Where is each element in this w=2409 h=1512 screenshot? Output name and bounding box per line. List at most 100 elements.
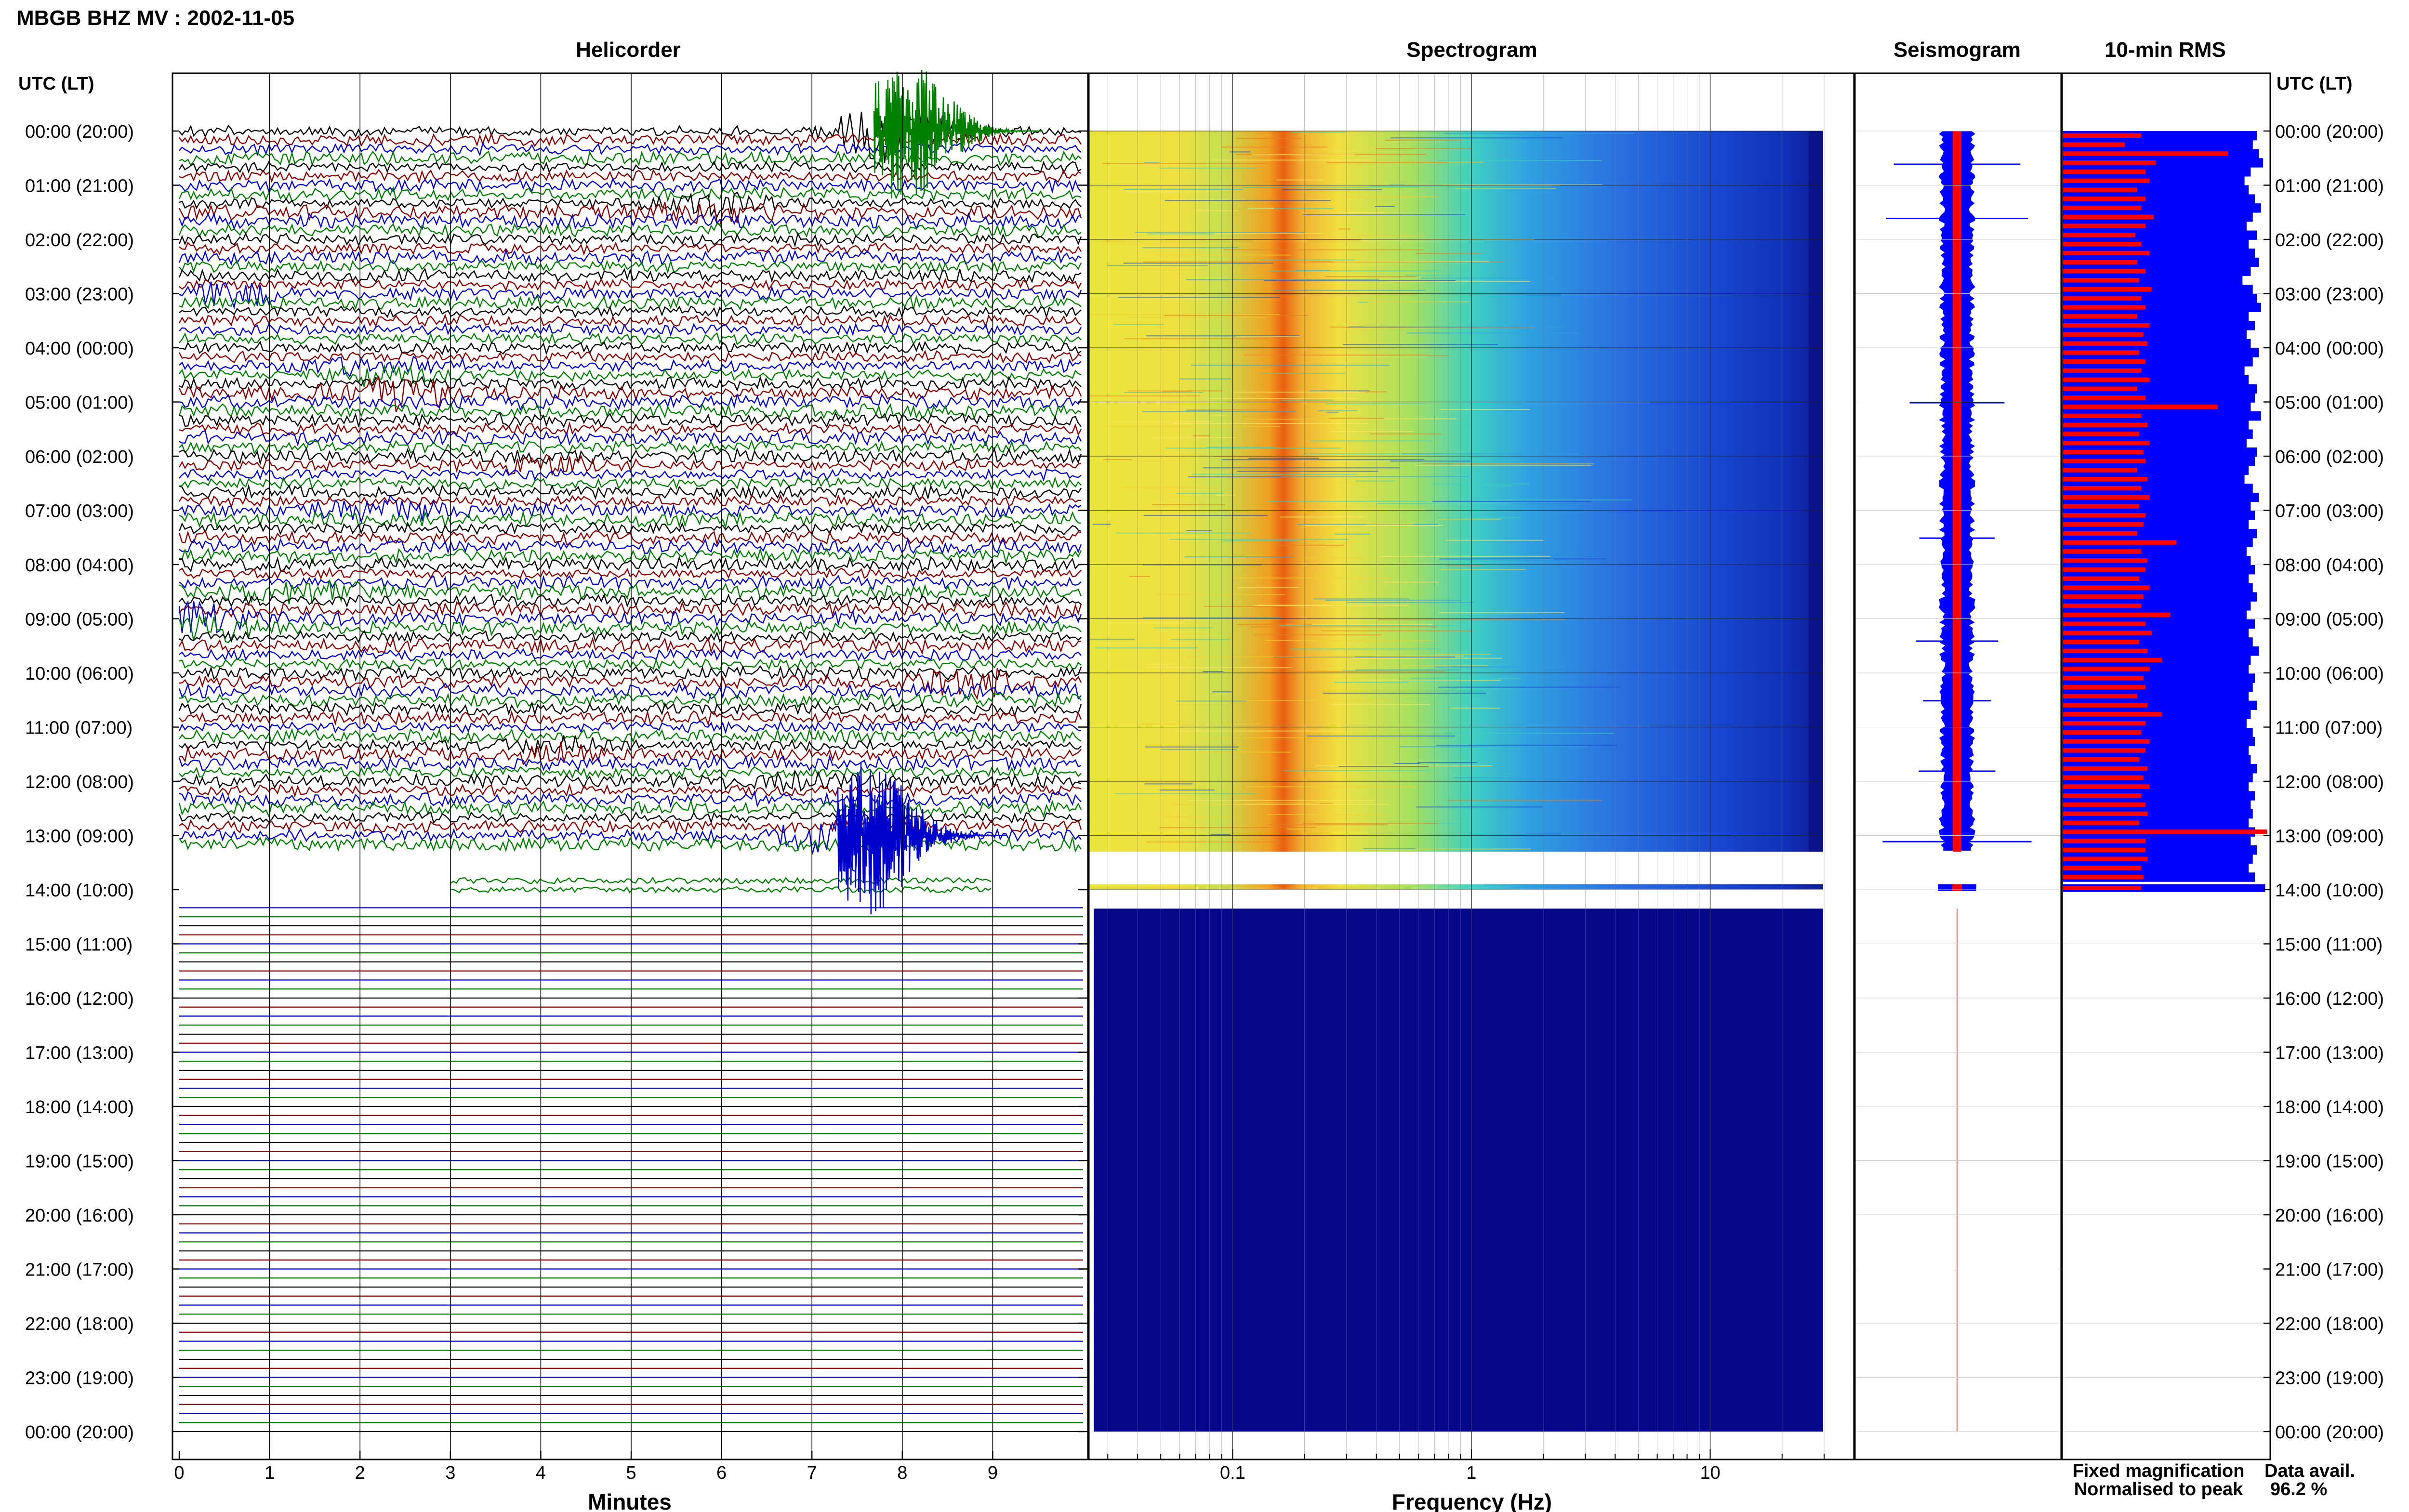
- spectrogram-texture: [1247, 208, 1274, 209]
- rms-normalised-bar: [2063, 648, 2148, 654]
- page-title: MBGB BHZ MV : 2002-11-05: [16, 6, 294, 30]
- rms-normalised-bar: [2063, 449, 2144, 455]
- spectrogram-texture: [1142, 411, 1296, 412]
- legend-normalised-to-peak: Normalised to peak: [2074, 1479, 2243, 1499]
- rms-normalised-bar: [2063, 594, 2144, 599]
- spectrogram-texture: [1345, 212, 1384, 213]
- spectrogram-texture: [1438, 686, 1621, 688]
- spectrogram-texture: [1291, 131, 1346, 133]
- time-tick-label-right: 06:00 (02:00): [2275, 447, 2384, 467]
- rms-normalised-bar: [2063, 169, 2146, 174]
- time-tick-label-left: 07:00 (03:00): [25, 501, 134, 522]
- spectrogram-texture: [1221, 146, 1327, 148]
- rms-normalised-bar: [2063, 567, 2146, 572]
- spectrogram-texture: [1222, 459, 1425, 460]
- spectrogram-texture: [1164, 315, 1309, 316]
- spectrogram-texture: [1148, 233, 1215, 235]
- rms-normalised-bar: [2063, 359, 2146, 364]
- time-tick-label-right: 10:00 (06:00): [2275, 664, 2384, 684]
- spectrogram-texture: [1124, 392, 1204, 393]
- spectrogram-texture: [1103, 459, 1132, 460]
- rms-normalised-bar: [2063, 657, 2162, 662]
- seismic-dashboard: MBGB BHZ MV : 2002-11-05 Helicorder Spec…: [16, 6, 2384, 1512]
- spectrogram-texture: [1338, 228, 1350, 230]
- minute-tick-label: 9: [988, 1463, 998, 1483]
- rms-normalised-bar: [2063, 495, 2150, 500]
- spectrogram-texture: [1440, 408, 1530, 410]
- spectrogram-texture: [1420, 277, 1555, 279]
- time-tick-label-right: 19:00 (15:00): [2275, 1152, 2384, 1172]
- frequency-tick-label: 1: [1466, 1463, 1476, 1483]
- spectrogram-texture: [1438, 612, 1565, 613]
- spectrogram-texture: [1128, 316, 1265, 318]
- rms-normalised-bar: [2063, 205, 2142, 210]
- spectrogram-texture: [1329, 418, 1384, 419]
- rms-normalised-bar: [2063, 422, 2148, 427]
- spectrogram-texture: [1363, 848, 1416, 849]
- spectrogram-texture: [1191, 365, 1390, 366]
- time-tick-label-left: 09:00 (05:00): [25, 610, 134, 630]
- spectrogram-texture: [1103, 243, 1247, 244]
- spectrogram-texture: [1404, 275, 1462, 276]
- rms-normalised-bar: [2063, 477, 2148, 482]
- rms-title: 10-min RMS: [2105, 38, 2226, 62]
- spectrogram-texture: [1192, 473, 1357, 475]
- spectrogram-texture: [1325, 276, 1417, 277]
- spectrogram-texture: [1310, 440, 1432, 442]
- spectrogram-texture: [1271, 476, 1469, 477]
- utc-label-right: UTC (LT): [2277, 74, 2353, 94]
- spectrogram-texture: [1188, 476, 1282, 477]
- spectrogram-texture: [1357, 235, 1423, 237]
- spectrogram-texture: [1265, 640, 1433, 641]
- seismogram-title: Seismogram: [1893, 38, 2021, 62]
- rms-normalised-bar: [2063, 404, 2218, 409]
- spectrogram-texture: [1375, 301, 1470, 302]
- rms-normalised-bar: [2063, 160, 2156, 165]
- rms-normalised-bar: [2063, 341, 2148, 346]
- spectrogram-texture: [1260, 259, 1356, 261]
- minute-tick-label: 0: [174, 1463, 184, 1483]
- data-availability-value: 96.2 %: [2270, 1479, 2327, 1499]
- time-tick-label-right: 20:00 (16:00): [2275, 1206, 2384, 1226]
- spectrogram-texture: [1267, 814, 1384, 815]
- time-tick-label-left: 16:00 (12:00): [25, 989, 134, 1009]
- rms-normalised-bar: [2063, 224, 2146, 228]
- spectrogram-texture: [1343, 344, 1498, 345]
- spectrogram-texture: [1103, 163, 1269, 164]
- spectrogram-texture: [1105, 426, 1281, 427]
- spectrogram-texture: [1142, 617, 1281, 618]
- spectrogram-texture: [1302, 214, 1466, 215]
- spectrogram-texture: [1436, 745, 1617, 746]
- spectrogram-texture: [1454, 188, 1556, 189]
- rms-normalised-bar: [2063, 440, 2150, 446]
- spectrogram-texture: [1210, 833, 1231, 835]
- time-tick-label-right: 12:00 (08:00): [2275, 772, 2384, 792]
- frequency-tick-label: 0.1: [1220, 1463, 1245, 1483]
- spectrogram-texture: [1204, 605, 1285, 607]
- time-tick-label-right: 00:00 (20:00): [2275, 122, 2384, 142]
- spectrogram-texture: [1355, 480, 1395, 482]
- rms-normalised-bar: [2063, 531, 2138, 536]
- spectrogram-texture: [1349, 326, 1362, 328]
- frequency-axis-label: Frequency (Hz): [1392, 1489, 1552, 1512]
- spectrogram-texture: [1237, 624, 1312, 625]
- time-tick-label-left: 00:00 (20:00): [25, 1422, 134, 1443]
- spectrogram-texture: [1267, 500, 1427, 502]
- spectrogram-texture: [1326, 412, 1339, 413]
- spectrogram-texture: [1146, 841, 1280, 843]
- rms-normalised-bar: [2063, 676, 2144, 681]
- spectrogram-texture: [1142, 247, 1239, 249]
- time-tick-label-left: 02:00 (22:00): [25, 230, 134, 250]
- spectrogram-texture: [1113, 793, 1257, 794]
- spectrogram-texture: [1238, 587, 1299, 589]
- time-tick-label-left: 19:00 (15:00): [25, 1152, 134, 1172]
- rms-normalised-bar: [2063, 802, 2146, 807]
- time-tick-label-right: 02:00 (22:00): [2275, 230, 2384, 250]
- rms-normalised-bar: [2063, 332, 2144, 337]
- spectrogram-texture: [1444, 733, 1614, 734]
- rms-normalised-bar: [2063, 684, 2146, 690]
- spectrogram-texture: [1332, 261, 1489, 262]
- spectrogram-texture: [1212, 691, 1232, 693]
- spectrogram-texture: [1155, 594, 1285, 595]
- spectrogram-texture: [1451, 707, 1500, 709]
